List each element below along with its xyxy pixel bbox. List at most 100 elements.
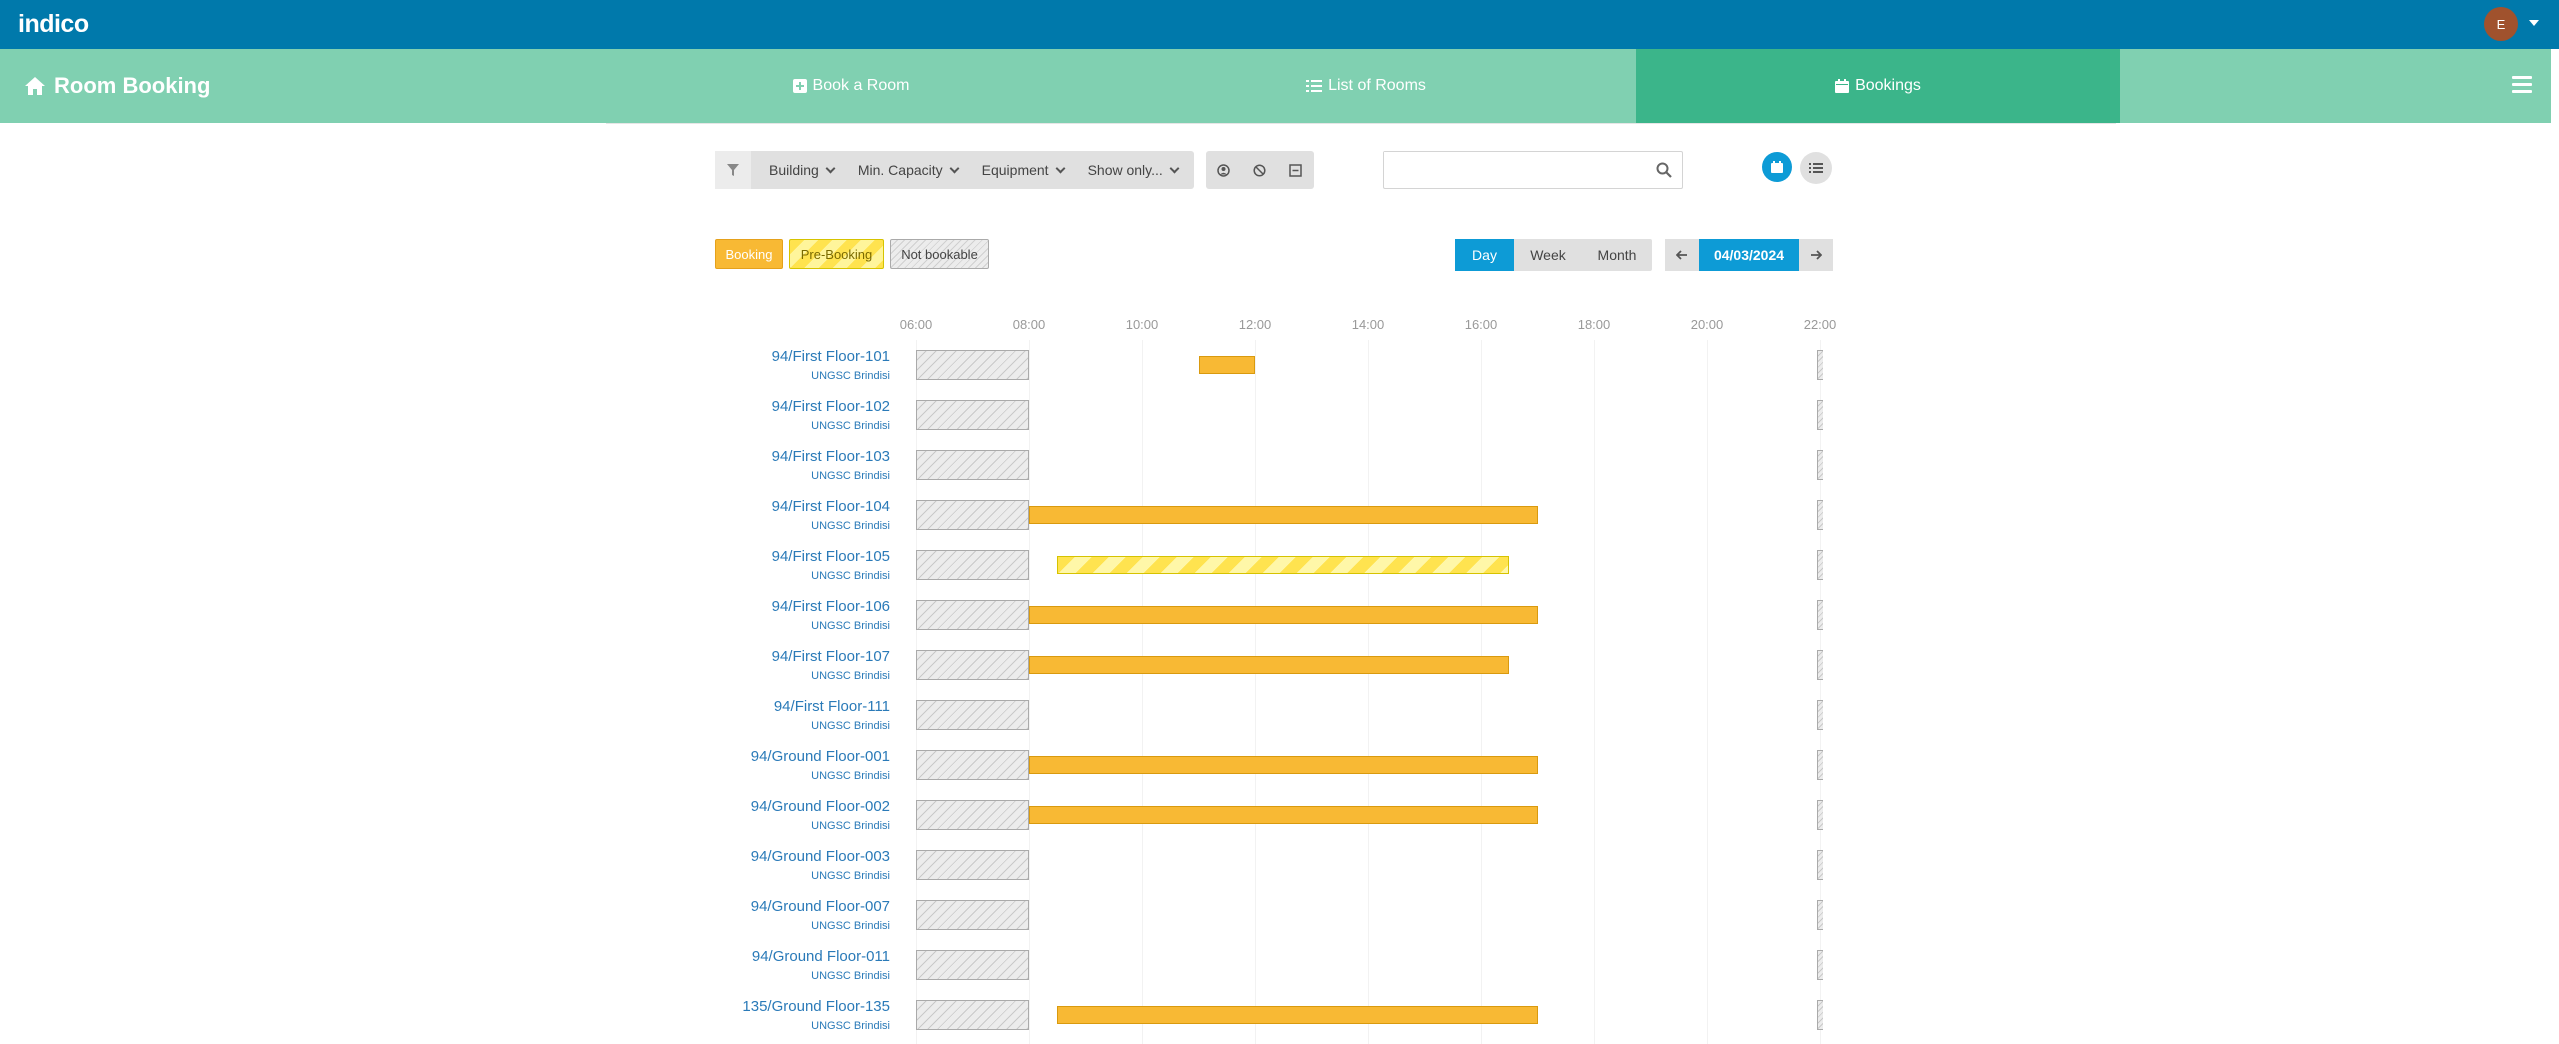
room-building-label: UNGSC Brindisi (811, 970, 890, 982)
room-name-link[interactable]: 94/First Floor-104 (772, 498, 890, 515)
building-filter[interactable]: Building (751, 151, 846, 189)
booking-bar[interactable] (1198, 356, 1255, 374)
room-building-label: UNGSC Brindisi (811, 920, 890, 932)
not-bookable-block (916, 600, 1029, 630)
nav-item-list-of-rooms[interactable]: List of Rooms (1096, 49, 1636, 123)
list-view-button[interactable] (1800, 152, 1832, 184)
not-bookable-block (916, 700, 1029, 730)
avatar-initial: E (2496, 16, 2506, 32)
legend-booking-label: Booking (725, 246, 773, 262)
hamburger-menu-icon[interactable] (2512, 76, 2532, 94)
chevron-down-icon (1055, 163, 1066, 173)
not-bookable-block (1817, 400, 1823, 430)
my-bookings-button[interactable] (1206, 151, 1242, 189)
booking-bar[interactable] (1029, 806, 1538, 824)
user-avatar[interactable]: E (2484, 7, 2518, 41)
room-name-link[interactable]: 94/Ground Floor-003 (751, 848, 890, 865)
chevron-down-icon (825, 163, 836, 173)
hour-gridline (916, 340, 917, 1044)
room-name-link[interactable]: 94/First Floor-107 (772, 648, 890, 665)
list-icon (1809, 163, 1823, 173)
hour-tick-label: 12:00 (1238, 317, 1272, 332)
top-bar: indico E (0, 0, 2559, 49)
show-only-filter[interactable]: Show only... (1076, 151, 1194, 189)
booking-bar[interactable] (1029, 606, 1538, 624)
booking-bar[interactable] (1029, 656, 1510, 674)
search-box (1383, 151, 1683, 189)
not-bookable-block (1817, 550, 1823, 580)
filter-icon[interactable] (715, 151, 751, 189)
not-bookable-block (916, 650, 1029, 680)
hour-tick-label: 22:00 (1803, 317, 1837, 332)
not-bookable-block (916, 950, 1029, 980)
not-bookable-block (1817, 800, 1823, 830)
room-building-label: UNGSC Brindisi (811, 570, 890, 582)
not-bookable-block (1817, 600, 1823, 630)
previous-day-button[interactable] (1665, 239, 1699, 271)
day-mode-button[interactable]: Day (1455, 239, 1514, 271)
room-building-label: UNGSC Brindisi (811, 620, 890, 632)
date-picker-button[interactable]: 04/03/2024 (1699, 239, 1799, 271)
search-icon[interactable] (1656, 162, 1672, 178)
pre-booking-bar[interactable] (1057, 556, 1510, 574)
not-bookable-block (1817, 950, 1823, 980)
view-mode-group: Day Week Month (1455, 239, 1652, 271)
nav-title-text: Room Booking (54, 73, 211, 98)
legend-booking: Booking (715, 239, 783, 269)
calendar-icon (1771, 161, 1783, 173)
calendar-view-button[interactable] (1762, 152, 1792, 182)
building-filter-label: Building (769, 162, 819, 178)
hour-gridline (1368, 340, 1369, 1044)
nav-item-label: List of Rooms (1328, 77, 1426, 94)
not-bookable-block (1817, 750, 1823, 780)
room-name-link[interactable]: 135/Ground Floor-135 (742, 998, 890, 1015)
plus-square-icon (792, 79, 807, 93)
logo-text: indico (18, 9, 89, 38)
legend-pre-booking-label: Pre-Booking (800, 246, 873, 262)
hour-gridline (1029, 340, 1030, 1044)
not-bookable-block (1817, 1000, 1823, 1030)
search-input[interactable] (1384, 152, 1634, 186)
not-bookable-block (1817, 850, 1823, 880)
booking-bar[interactable] (1057, 1006, 1538, 1024)
week-mode-button[interactable]: Week (1514, 239, 1582, 271)
list-icon (1306, 80, 1323, 92)
not-bookable-block (916, 900, 1029, 930)
booking-bar[interactable] (1029, 506, 1538, 524)
unavailable-button[interactable] (1242, 151, 1278, 189)
hour-tick-label: 16:00 (1464, 317, 1498, 332)
room-booking-title[interactable]: Room Booking (24, 49, 210, 123)
capacity-filter-label: Min. Capacity (857, 162, 943, 178)
hour-tick-label: 06:00 (899, 317, 933, 332)
minus-square-icon (1289, 163, 1303, 177)
minus-square-button[interactable] (1278, 151, 1314, 189)
capacity-filter[interactable]: Min. Capacity (846, 151, 970, 189)
booking-bar[interactable] (1029, 756, 1538, 774)
room-name-link[interactable]: 94/First Floor-103 (772, 448, 890, 465)
hour-tick-label: 14:00 (1351, 317, 1385, 332)
nav-item-book-a-room[interactable]: Book a Room (606, 49, 1096, 123)
room-name-link[interactable]: 94/Ground Floor-011 (752, 948, 890, 965)
next-day-button[interactable] (1799, 239, 1833, 271)
indico-logo[interactable]: indico (18, 8, 89, 40)
room-building-label: UNGSC Brindisi (811, 770, 890, 782)
not-bookable-block (1817, 500, 1823, 530)
arrow-right-icon (1811, 250, 1822, 260)
room-name-link[interactable]: 94/Ground Floor-002 (751, 798, 890, 815)
room-name-link[interactable]: 94/First Floor-101 (772, 348, 890, 365)
room-name-link[interactable]: 94/First Floor-111 (774, 698, 890, 715)
nav-item-bookings[interactable]: Bookings (1636, 49, 2120, 123)
room-name-link[interactable]: 94/Ground Floor-001 (751, 748, 890, 765)
hour-gridline (1594, 340, 1595, 1044)
current-date: 04/03/2024 (1713, 247, 1785, 263)
room-name-link[interactable]: 94/First Floor-105 (772, 548, 890, 565)
equipment-filter[interactable]: Equipment (970, 151, 1076, 189)
show-only-filter-label: Show only... (1087, 162, 1163, 178)
room-name-link[interactable]: 94/Ground Floor-007 (751, 898, 890, 915)
chevron-down-icon[interactable] (2529, 20, 2539, 26)
room-name-link[interactable]: 94/First Floor-106 (772, 598, 890, 615)
room-name-link[interactable]: 94/First Floor-102 (772, 398, 890, 415)
room-building-label: UNGSC Brindisi (811, 370, 890, 382)
not-bookable-block (916, 400, 1029, 430)
month-mode-button[interactable]: Month (1582, 239, 1652, 271)
